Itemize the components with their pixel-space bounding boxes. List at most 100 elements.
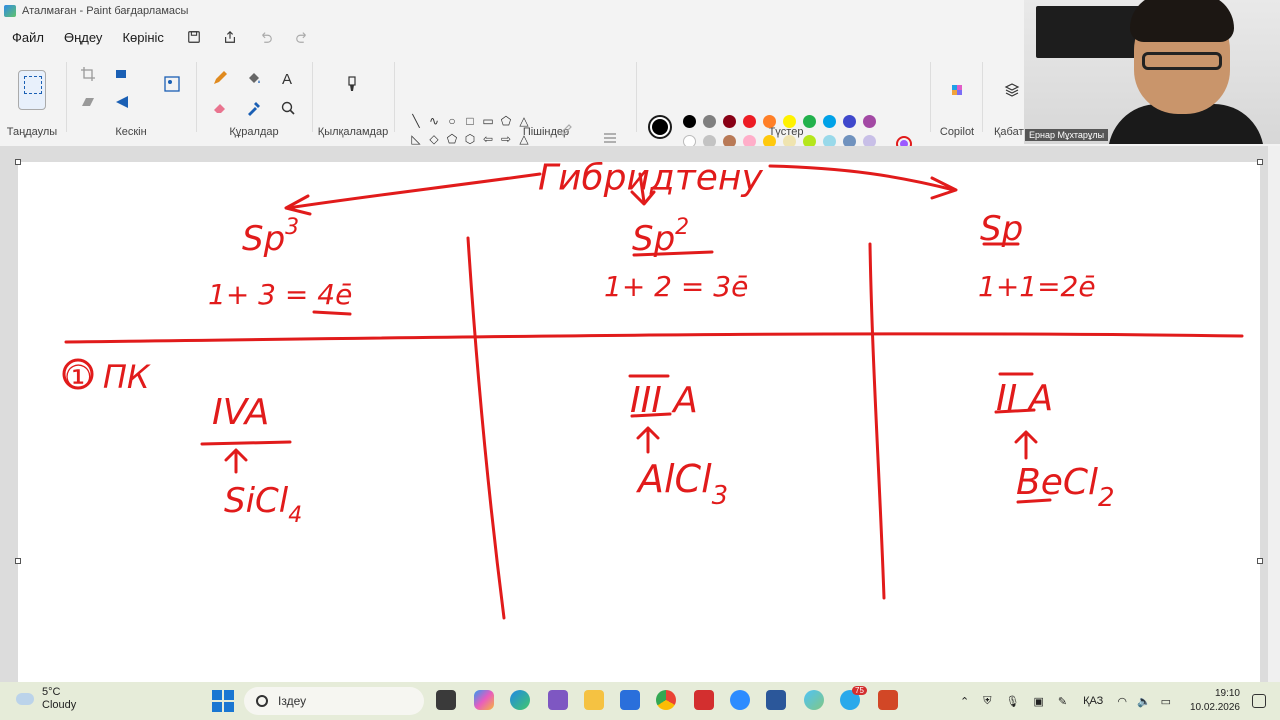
drawing-canvas[interactable]: Гибридтену Sp3 Sp2 Sp 1+ 3 = 4ē 1+ 2 = 3…	[18, 162, 1260, 682]
weather-widget[interactable]: 5°C Cloudy	[16, 686, 76, 712]
vertical-scrollbar[interactable]	[1268, 146, 1280, 682]
sp3-underline	[312, 310, 352, 316]
task-view-icon[interactable]	[436, 690, 456, 710]
shape-option[interactable]: ∿	[425, 112, 443, 130]
color-swatch[interactable]	[763, 115, 776, 128]
battery-icon[interactable]: ▭	[1161, 695, 1171, 708]
outline-icon[interactable]	[554, 116, 578, 140]
resize-handle[interactable]	[15, 159, 21, 165]
redo-icon[interactable]	[291, 26, 313, 48]
store-icon[interactable]	[620, 690, 640, 710]
sp3-label: Sp3	[242, 215, 299, 259]
menu-view[interactable]: Көрініс	[114, 26, 172, 49]
brushes-group-label: Қылқаламдар	[317, 126, 389, 138]
shape-option[interactable]: □	[461, 112, 479, 130]
notifications-icon[interactable]	[1252, 694, 1266, 708]
primary-color[interactable]	[648, 115, 672, 139]
chrome-icon[interactable]	[656, 690, 676, 710]
resize-icon[interactable]	[110, 62, 134, 86]
weather-desc: Cloudy	[42, 699, 77, 711]
save-icon[interactable]	[183, 26, 205, 48]
skew-icon[interactable]	[76, 90, 100, 114]
color-swatch[interactable]	[683, 115, 696, 128]
app-icon[interactable]	[548, 690, 568, 710]
color-swatch[interactable]	[703, 115, 716, 128]
paint-taskbar-icon[interactable]	[804, 690, 824, 710]
volume-icon[interactable]: 🔈	[1137, 695, 1151, 708]
magnifier-icon[interactable]	[276, 96, 300, 120]
fill-bucket-icon[interactable]	[242, 66, 266, 90]
wifi-icon[interactable]: ◠	[1117, 695, 1127, 708]
select-tool-button[interactable]	[18, 70, 46, 110]
undo-icon[interactable]	[255, 26, 277, 48]
color-swatch[interactable]	[803, 115, 816, 128]
color-picker-icon[interactable]	[242, 96, 266, 120]
device-icon[interactable]: ▣	[1033, 695, 1043, 708]
brush-icon[interactable]	[340, 72, 364, 96]
security-icon[interactable]: ⛨	[983, 695, 991, 708]
clock-date: 10.02.2026	[1189, 702, 1240, 713]
copilot-group-label: Copilot	[939, 126, 975, 138]
grid-vertical-line-2	[868, 242, 886, 600]
windows-start-icon[interactable]	[212, 690, 234, 712]
file-explorer-icon[interactable]	[584, 690, 604, 710]
share-icon[interactable]	[219, 26, 241, 48]
edge-icon[interactable]	[510, 690, 530, 710]
clock[interactable]: 19:10 10.02.2026	[1190, 687, 1240, 715]
zoom-icon[interactable]	[730, 690, 750, 710]
acrobat-icon[interactable]	[694, 690, 714, 710]
col1-compound: SiCl4	[224, 481, 302, 528]
telegram-badge: 75	[852, 686, 867, 695]
color-swatch[interactable]	[783, 115, 796, 128]
ribbon-separator	[930, 62, 931, 132]
eraser-icon[interactable]	[208, 96, 232, 120]
language-indicator[interactable]: ҚАЗ	[1083, 695, 1103, 707]
color-swatch[interactable]	[743, 115, 756, 128]
microphone-icon[interactable]: 🎙	[1005, 695, 1019, 708]
col2-arrow	[636, 426, 660, 454]
system-tray: ⌃ ⛨ 🎙 ▣ ✎ ҚАЗ ◠ 🔈 ▭	[960, 682, 1171, 720]
shape-option[interactable]: ○	[443, 112, 461, 130]
arrow-right	[768, 164, 956, 192]
shape-option[interactable]: ⬠	[497, 112, 515, 130]
copilot-taskbar-icon[interactable]	[474, 690, 494, 710]
ribbon-separator	[196, 62, 197, 132]
copilot-icon[interactable]	[945, 78, 969, 102]
search-icon	[256, 695, 268, 707]
color-swatch[interactable]	[823, 115, 836, 128]
color-swatch[interactable]	[863, 115, 876, 128]
colors-group: Түстер	[640, 58, 932, 142]
window-title: Аталмаған - Paint бағдарламасы	[22, 5, 189, 17]
shape-option[interactable]: ▭	[479, 112, 497, 130]
color-swatch[interactable]	[843, 115, 856, 128]
taskbar-search[interactable]: Іздеу	[244, 687, 424, 715]
svg-text:A: A	[282, 71, 292, 86]
selection-group-label: Таңдаулы	[6, 126, 58, 138]
shape-option[interactable]: ╲	[407, 112, 425, 130]
resize-handle[interactable]	[1257, 159, 1263, 165]
word-icon[interactable]	[766, 690, 786, 710]
layers-icon[interactable]	[1000, 78, 1024, 102]
resize-handle[interactable]	[15, 558, 21, 564]
pen-icon[interactable]: ✎	[1058, 695, 1067, 708]
crop-icon[interactable]	[76, 62, 100, 86]
paint-app-icon	[4, 5, 16, 17]
menu-file[interactable]: Файл	[4, 26, 52, 49]
color-swatch[interactable]	[723, 115, 736, 128]
rotate-icon[interactable]	[110, 90, 134, 114]
resize-handle[interactable]	[1257, 558, 1263, 564]
cloud-icon	[16, 693, 34, 705]
text-icon[interactable]: A	[276, 66, 300, 90]
handwritten-drawing: Гибридтену Sp3 Sp2 Sp 1+ 3 = 4ē 1+ 2 = 3…	[62, 162, 1244, 620]
powerpoint-icon[interactable]	[878, 690, 898, 710]
menu-edit[interactable]: Өңдеу	[56, 26, 110, 49]
image-options-icon[interactable]	[160, 72, 184, 96]
sp-formula: 1+1=2ē	[978, 270, 1096, 303]
col2-group: III A	[630, 380, 698, 421]
shape-option[interactable]: △	[515, 112, 533, 130]
search-placeholder: Іздеу	[278, 694, 307, 708]
chevron-up-icon[interactable]: ⌃	[960, 695, 969, 708]
ribbon-separator	[982, 62, 983, 132]
pencil-icon[interactable]	[208, 66, 232, 90]
col1-underline	[200, 440, 292, 446]
